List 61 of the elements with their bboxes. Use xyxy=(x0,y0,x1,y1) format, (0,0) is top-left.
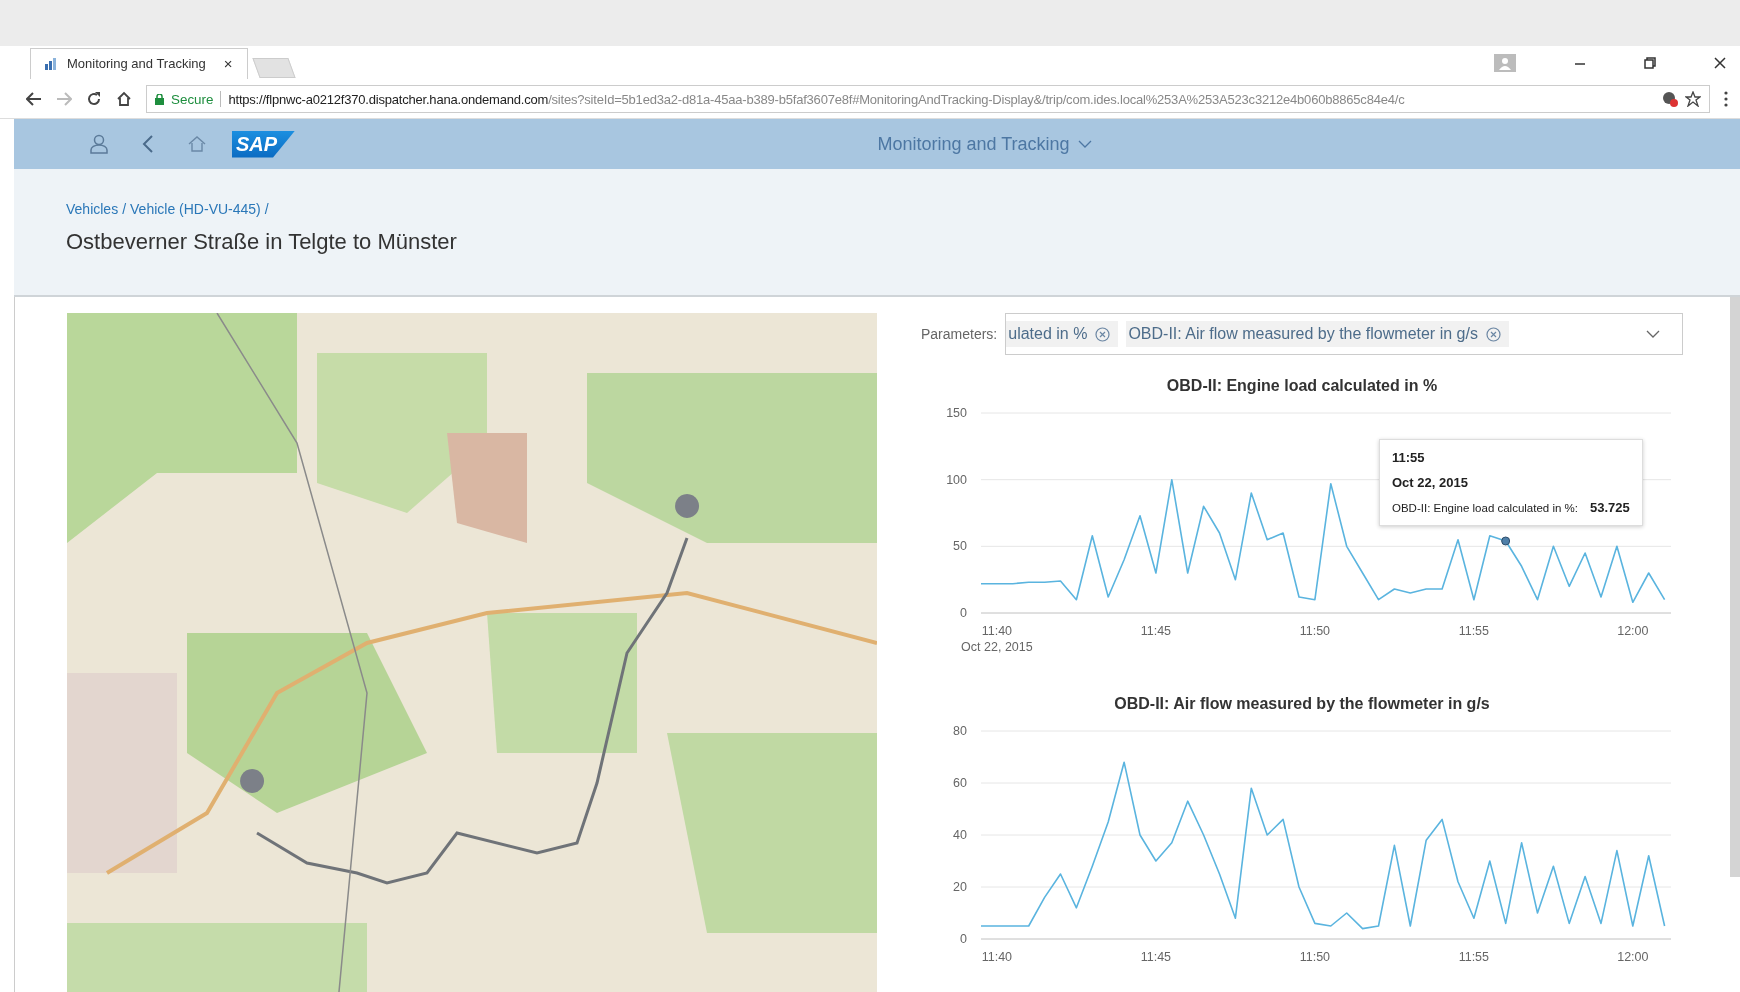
url-text: https://flpnwc-a0212f370.dispatcher.hana.ondemand.com/sites?siteId=5b1ed3a2-d81a-45aa-b389-b5faf3607e8f#MonitoringAndTracking-Display&/trip/com.ides.local%253A%253A523c3212e4b060b8865c84e4/c xyxy=(228,91,1406,107)
y-tick-label: 0 xyxy=(960,932,967,946)
x-tick-label: 11:55 xyxy=(1458,950,1490,964)
y-tick-label: 150 xyxy=(946,406,967,420)
x-tick-label: 12:00 xyxy=(1617,624,1649,638)
tooltip-date: Oct 22, 2015 xyxy=(1392,475,1469,490)
scrollbar[interactable] xyxy=(1730,297,1740,877)
secure-label: Secure xyxy=(171,91,214,107)
y-tick-label: 80 xyxy=(953,724,967,738)
user-icon[interactable] xyxy=(90,134,108,154)
x-tick-label: 11:50 xyxy=(1299,950,1331,964)
hover-point xyxy=(1501,536,1511,546)
star-icon[interactable] xyxy=(1685,91,1701,107)
page-title: Ostbeverner Straße in Telgte to Münster xyxy=(66,229,458,255)
breadcrumb-separator: / xyxy=(264,201,269,217)
x-tick-label: 11:45 xyxy=(1140,950,1172,964)
tooltip-time: 11:55 xyxy=(1392,450,1426,465)
tooltip-value: 53.725 xyxy=(1590,500,1630,515)
x-tick-label: 11:45 xyxy=(1140,624,1172,638)
chart-title: OBD-II: Engine load calculated in % xyxy=(1165,377,1439,395)
breadcrumb-link[interactable]: Vehicles xyxy=(66,201,119,217)
close-icon[interactable] xyxy=(1714,57,1726,69)
y-tick-label: 40 xyxy=(953,828,967,842)
tab-close-button[interactable]: × xyxy=(223,55,233,72)
y-tick-label: 0 xyxy=(960,606,967,620)
caret-icon xyxy=(1077,140,1092,148)
restore-icon[interactable] xyxy=(1644,57,1656,69)
breadcrumb-separator: / xyxy=(122,201,127,217)
address-field[interactable]: Secure https://flpnwc-a0212f370.dispatcher.hana.ondemand.com/sites?siteId=5b1ed3a2-d81a-45aa-b389-b5faf3607e8f#MonitoringAndTracking-Display&/trip/com.ides.local%253A%253A523c3212e4b060b8865c84e4/c xyxy=(146,85,1710,113)
x-tick-label: 11:50 xyxy=(1299,624,1331,638)
parameter-token[interactable]: OBD-II: Air flow measured by the flowmeter in g/s xyxy=(1126,321,1509,347)
x-tick-label: 12:00 xyxy=(1617,950,1649,964)
dropdown-caret-icon[interactable] xyxy=(1646,330,1660,338)
chart-title: OBD-II: Air flow measured by the flowmeter in g/s xyxy=(1113,695,1491,713)
lock-icon xyxy=(155,93,164,105)
parameters-label: Parameters: xyxy=(921,326,998,342)
home-icon[interactable] xyxy=(116,91,132,107)
y-tick-label: 60 xyxy=(953,776,967,790)
date-label: Oct 22, 2015 xyxy=(961,640,1033,654)
x-tick-label: 11:55 xyxy=(1458,624,1490,638)
sap-logo: SAP xyxy=(232,130,296,158)
y-tick-label: 100 xyxy=(946,472,967,487)
parameters-field[interactable]: ulated in % OBD-II: Air flow measured by the flowmeter in g/s xyxy=(1005,313,1683,355)
chart-icon xyxy=(45,57,59,70)
extension-icon[interactable] xyxy=(1662,91,1678,107)
breadcrumb-link[interactable]: Vehicle (HD-VU-445) xyxy=(130,201,261,217)
x-tick-label: 11:40 xyxy=(981,624,1013,638)
reload-icon[interactable] xyxy=(86,91,102,107)
browser-tab[interactable]: Monitoring and Tracking × xyxy=(30,47,248,79)
remove-icon[interactable] xyxy=(1485,326,1501,342)
parameter-token[interactable]: ulated in % xyxy=(1006,321,1119,347)
y-tick-label: 20 xyxy=(953,880,967,894)
menu-icon[interactable] xyxy=(1724,91,1728,107)
back-arrow-icon[interactable] xyxy=(26,92,42,106)
y-tick-label: 50 xyxy=(953,539,967,554)
app-title-menu[interactable]: Monitoring and Tracking xyxy=(877,133,1092,155)
x-tick-label: 11:40 xyxy=(981,950,1013,964)
back-icon[interactable] xyxy=(142,135,154,153)
tab-title: Monitoring and Tracking xyxy=(67,56,206,71)
tooltip-series: OBD-II: Engine load calculated in %: xyxy=(1392,502,1579,514)
remove-icon[interactable] xyxy=(1095,326,1111,342)
